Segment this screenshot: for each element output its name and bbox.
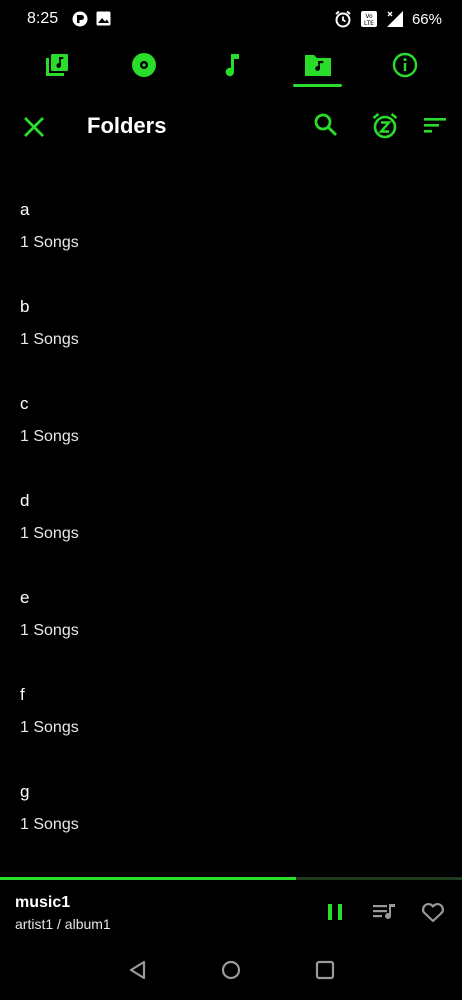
folder-song-count: 1 Songs [20, 331, 79, 348]
tab-albums[interactable] [99, 40, 189, 90]
folder-name: e [20, 588, 30, 607]
album-disc-icon [131, 52, 157, 78]
status-time: 8:25 [27, 10, 59, 27]
folder-item[interactable]: e 1 Songs [0, 568, 462, 665]
folder-item[interactable]: g 1 Songs [0, 762, 462, 859]
signal-icon [386, 10, 404, 28]
folder-song-count: 1 Songs [20, 428, 79, 445]
close-icon[interactable] [20, 113, 48, 141]
folder-name: a [20, 200, 30, 219]
sort-icon[interactable] [422, 112, 448, 138]
tab-songs[interactable] [186, 40, 276, 90]
folder-name: g [20, 782, 30, 801]
folder-item[interactable]: b 1 Songs [0, 277, 462, 374]
back-icon[interactable] [127, 959, 149, 981]
folder-song-count: 1 Songs [20, 816, 79, 833]
sleep-timer-icon[interactable] [372, 112, 398, 140]
image-notification-icon [96, 11, 111, 27]
folder-item[interactable]: f 1 Songs [0, 665, 462, 762]
notification-icons [72, 11, 111, 27]
toolbar: Folders [0, 100, 462, 154]
battery-percent: 66% [411, 10, 442, 28]
folder-music-icon [304, 53, 332, 77]
recents-icon[interactable] [314, 959, 336, 981]
app-notification-icon [72, 11, 88, 27]
now-playing-subtitle: artist1 / album1 [15, 916, 111, 932]
folder-name: b [20, 297, 30, 316]
tab-info[interactable] [360, 40, 450, 90]
tab-bar [0, 40, 462, 90]
folder-song-count: 1 Songs [20, 719, 79, 736]
music-note-icon [218, 52, 244, 78]
pause-icon[interactable] [322, 899, 348, 925]
svg-text:Vo: Vo [365, 13, 373, 20]
selected-tab-indicator [293, 84, 342, 87]
home-icon[interactable] [220, 959, 242, 981]
folder-name: d [20, 491, 30, 510]
folder-song-count: 1 Songs [20, 525, 79, 542]
queue-music-icon[interactable] [371, 901, 397, 925]
folder-item[interactable]: c 1 Songs [0, 374, 462, 471]
alarm-icon [334, 10, 352, 28]
favorite-heart-icon[interactable] [420, 899, 446, 925]
volte-icon: Vo LTE [360, 10, 378, 28]
info-icon [392, 52, 418, 78]
playback-progress-fill [0, 877, 296, 880]
folder-name: c [20, 394, 29, 413]
folder-song-count: 1 Songs [20, 622, 79, 639]
folder-list: a 1 Songs b 1 Songs c 1 Songs d 1 Songs … [0, 180, 462, 859]
mini-player[interactable]: music1 artist1 / album1 [0, 877, 462, 945]
folder-song-count: 1 Songs [20, 234, 79, 251]
status-right: Vo LTE 66% [334, 10, 442, 28]
page-title: Folders [87, 113, 167, 138]
folder-name: f [20, 685, 25, 704]
search-icon[interactable] [313, 112, 339, 138]
now-playing-title: music1 [15, 894, 71, 911]
system-nav-bar [0, 945, 462, 1000]
folder-item[interactable]: d 1 Songs [0, 471, 462, 568]
status-bar: 8:25 Vo LTE 66% [0, 0, 462, 38]
folder-item[interactable]: a 1 Songs [0, 180, 462, 277]
playback-progress[interactable] [0, 877, 462, 880]
library-music-icon [44, 52, 70, 78]
tab-playlists[interactable] [12, 40, 102, 90]
tab-folders[interactable] [273, 40, 363, 90]
svg-text:LTE: LTE [364, 20, 374, 27]
